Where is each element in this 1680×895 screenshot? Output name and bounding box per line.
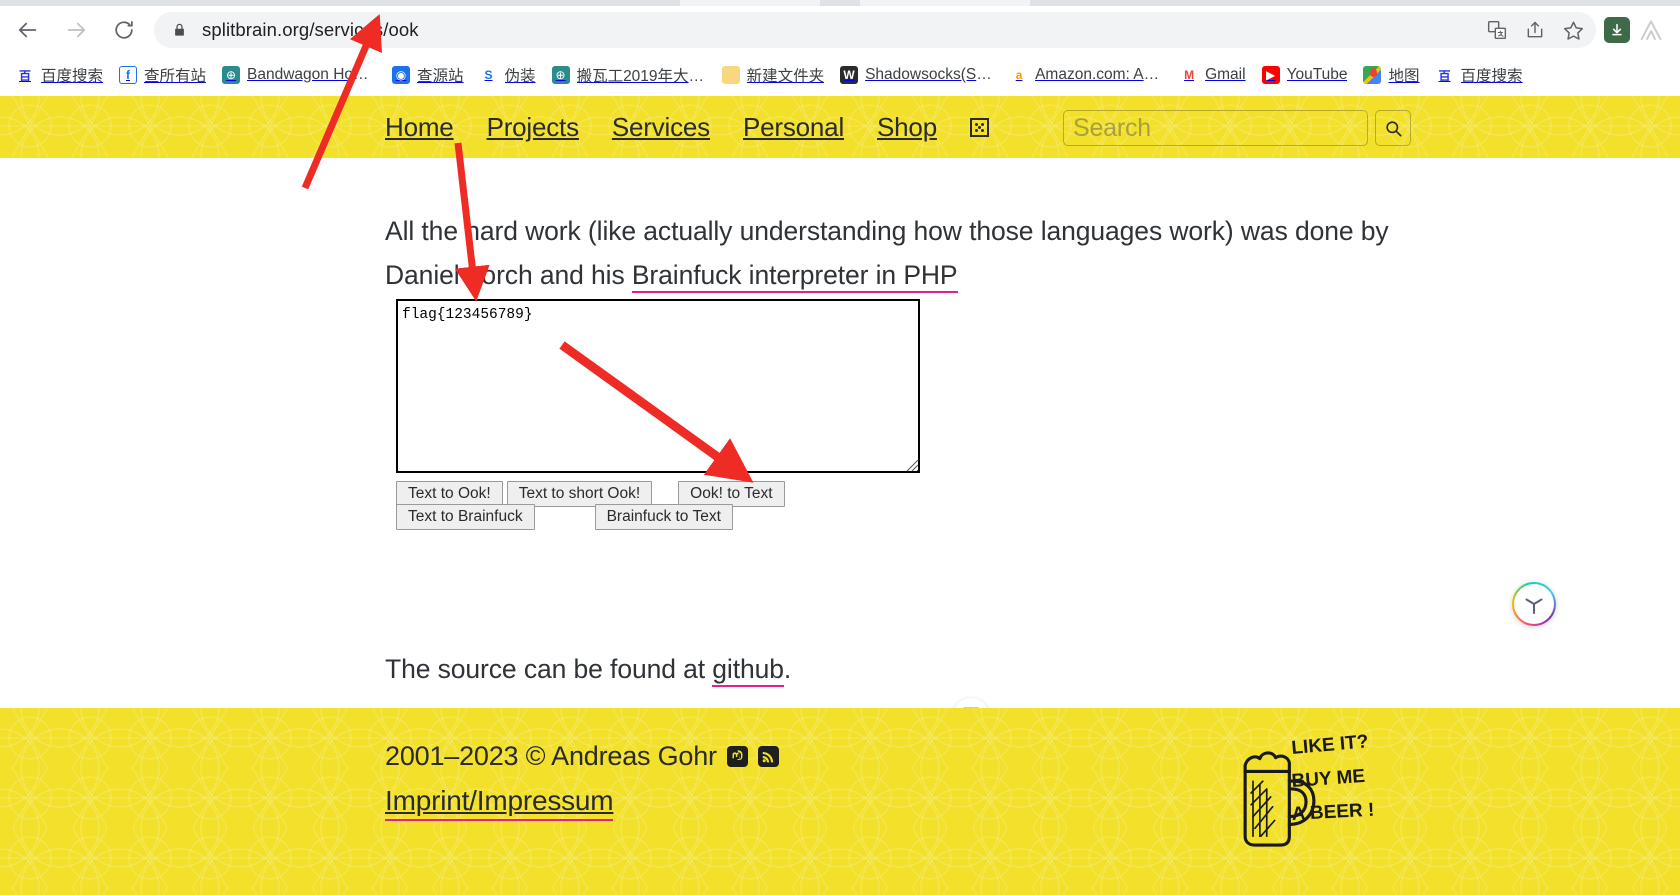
forward-icon[interactable] bbox=[56, 10, 96, 50]
beer-line-1: LIKE IT? bbox=[1291, 732, 1370, 759]
url-text: splitbrain.org/services/ook bbox=[202, 19, 419, 40]
bookmark-item[interactable]: f 查所有站 bbox=[111, 60, 214, 90]
bookmark-star-icon[interactable] bbox=[1556, 13, 1590, 47]
nav-link-projects[interactable]: Projects bbox=[487, 112, 580, 143]
profile-avatar[interactable] bbox=[1636, 15, 1666, 45]
google-maps-icon bbox=[1363, 66, 1382, 84]
folder-icon bbox=[721, 66, 740, 84]
nav-link-personal[interactable]: Personal bbox=[743, 112, 844, 143]
search-input[interactable]: Search bbox=[1063, 110, 1368, 146]
site-header: Home Projects Services Personal Shop Sea… bbox=[0, 96, 1680, 158]
rss-icon[interactable] bbox=[757, 746, 779, 767]
address-bar[interactable]: splitbrain.org/services/ook bbox=[154, 12, 1596, 48]
youtube-icon: ▶ bbox=[1261, 66, 1280, 84]
search-submit-button[interactable] bbox=[1375, 110, 1411, 146]
beer-line-3: A BEER ! bbox=[1291, 800, 1375, 825]
bookmark-label: 百度搜索 bbox=[41, 68, 104, 85]
color-wheel-icon[interactable] bbox=[1512, 582, 1556, 626]
conversion-buttons-row-2: Text to Brainfuck Brainfuck to Text bbox=[396, 504, 733, 530]
beer-line-2: BUY ME bbox=[1291, 766, 1366, 792]
text-to-brainfuck-button[interactable]: Text to Brainfuck bbox=[396, 504, 535, 530]
translate-icon[interactable] bbox=[1480, 13, 1514, 47]
bookmark-label: 百度搜索 bbox=[1460, 68, 1523, 85]
intro-paragraph: All the hard work (like actually underst… bbox=[385, 209, 1435, 297]
bookmark-label: 伪装 bbox=[504, 68, 536, 85]
download-extension-icon[interactable] bbox=[1604, 17, 1630, 43]
dice-icon[interactable] bbox=[969, 117, 989, 137]
shield-s-icon: S bbox=[479, 66, 498, 84]
imprint-link[interactable]: Imprint/Impressum bbox=[385, 785, 614, 821]
browser-chrome: splitbrain.org/services/ook 百 百度搜索 f 查所有… bbox=[0, 0, 1680, 96]
mastodon-icon[interactable] bbox=[726, 746, 748, 767]
beer-call-to-action-text: LIKE IT? BUY ME A BEER ! bbox=[1291, 732, 1375, 825]
amazon-icon: a bbox=[1010, 66, 1029, 84]
bookmark-item[interactable]: 地图 bbox=[1355, 60, 1427, 90]
bookmark-label: Amazon.com: Ap... bbox=[1035, 66, 1165, 83]
globe-icon: ⊕ bbox=[222, 66, 241, 84]
bookmark-item[interactable]: ◉ 查源站 bbox=[384, 60, 472, 90]
brainfuck-interpreter-link[interactable]: Brainfuck interpreter in PHP bbox=[631, 259, 958, 293]
browser-extensions bbox=[1604, 15, 1680, 45]
brainfuck-to-text-button[interactable]: Brainfuck to Text bbox=[594, 504, 733, 530]
bookmark-item[interactable]: W Shadowsocks(SS)... bbox=[832, 60, 1002, 90]
search-placeholder: Search bbox=[1073, 113, 1152, 142]
f-circle-icon: f bbox=[119, 66, 138, 84]
bookmark-label: Gmail bbox=[1205, 66, 1246, 83]
bookmark-item[interactable]: M Gmail bbox=[1172, 60, 1253, 90]
bookmark-label: 新建文件夹 bbox=[746, 68, 825, 85]
main-navigation: Home Projects Services Personal Shop bbox=[385, 112, 989, 143]
browser-toolbar: splitbrain.org/services/ook bbox=[0, 6, 1680, 54]
bookmark-label: 查源站 bbox=[417, 68, 464, 85]
pin-icon: ◉ bbox=[392, 66, 411, 84]
bookmark-item[interactable]: ⊕ Bandwagon Host... bbox=[214, 60, 384, 90]
bookmark-item[interactable]: S 伪装 bbox=[472, 60, 544, 90]
textarea-resize-handle[interactable] bbox=[905, 458, 919, 472]
baidu-icon: 百 bbox=[16, 66, 34, 84]
bookmark-item[interactable]: 新建文件夹 bbox=[714, 60, 833, 90]
bookmark-item[interactable]: 百百度搜索 bbox=[8, 60, 111, 90]
source-paragraph: The source can be found at github. bbox=[385, 647, 1435, 691]
lock-icon bbox=[172, 22, 188, 38]
footer-copyright: 2001–2023 © Andreas Gohr bbox=[385, 741, 779, 772]
nav-link-home[interactable]: Home bbox=[385, 112, 454, 143]
bookmark-label: Shadowsocks(SS)... bbox=[865, 66, 995, 83]
ook-textarea[interactable] bbox=[396, 299, 920, 473]
github-link[interactable]: github bbox=[712, 653, 784, 687]
bookmark-label: 地图 bbox=[1388, 68, 1420, 85]
bookmark-label: 搬瓦工2019年大促... bbox=[576, 68, 706, 85]
gmail-icon: M bbox=[1180, 66, 1199, 84]
reload-icon[interactable] bbox=[104, 10, 144, 50]
globe-icon: ⊕ bbox=[551, 66, 570, 84]
bookmark-label: Bandwagon Host... bbox=[247, 66, 377, 83]
baidu-icon: 百 bbox=[1435, 66, 1454, 84]
bookmark-item[interactable]: ▶ YouTube bbox=[1254, 60, 1356, 90]
site-footer: 2001–2023 © Andreas Gohr Imprint/Impress… bbox=[0, 708, 1680, 895]
back-icon[interactable] bbox=[8, 10, 48, 50]
nav-link-services[interactable]: Services bbox=[612, 112, 710, 143]
bookmark-label: 查所有站 bbox=[144, 68, 207, 85]
bookmark-label: YouTube bbox=[1286, 66, 1348, 83]
nav-link-shop[interactable]: Shop bbox=[877, 112, 937, 143]
copyright-text: 2001–2023 © Andreas Gohr bbox=[385, 741, 717, 771]
source-text-post: . bbox=[783, 653, 792, 684]
bookmark-item[interactable]: 百百度搜索 bbox=[1428, 60, 1531, 90]
page-content: All the hard work (like actually underst… bbox=[0, 158, 1680, 734]
source-text-pre: The source can be found at bbox=[385, 653, 713, 684]
site-search: Search bbox=[1063, 110, 1411, 146]
bookmarks-bar: 百百度搜索 f 查所有站 ⊕ Bandwagon Host... ◉ 查源站 S 伪装 ⊕ 搬瓦工2… bbox=[0, 54, 1680, 96]
bookmark-item[interactable]: ⊕ 搬瓦工2019年大促... bbox=[544, 60, 714, 90]
share-icon[interactable] bbox=[1518, 13, 1552, 47]
bookmark-item[interactable]: a Amazon.com: Ap... bbox=[1002, 60, 1172, 90]
wordpress-icon: W bbox=[840, 66, 859, 84]
